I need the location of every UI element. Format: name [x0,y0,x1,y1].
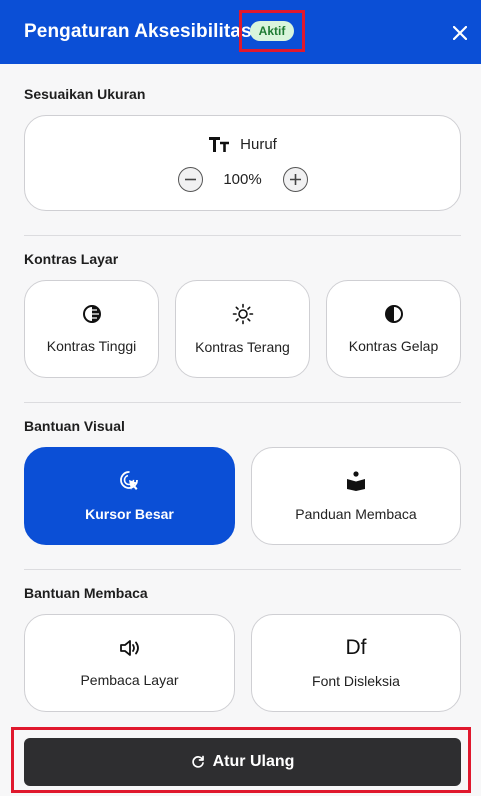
option-kursor-besar[interactable]: Kursor Besar [24,447,235,545]
option-font-disleksia[interactable]: Df Font Disleksia [251,614,461,712]
panel-title: Pengaturan Aksesibilitas [24,21,252,42]
font-size-label: Huruf [240,136,277,153]
text-size-icon [209,136,230,152]
reset-button[interactable]: Atur Ulang [24,738,461,786]
option-label: Font Disleksia [312,673,400,689]
reading-section-title: Bantuan Membaca [24,585,148,601]
close-icon [453,26,467,40]
option-pembaca-layar[interactable]: Pembaca Layar [24,614,235,712]
option-kontras-terang[interactable]: Kontras Terang [175,280,310,378]
minus-circle-icon [184,178,196,181]
visual-section-title: Bantuan Visual [24,418,125,434]
option-kontras-gelap[interactable]: Kontras Gelap [326,280,461,378]
decrease-size-button[interactable] [177,167,203,192]
status-badge: Aktif [249,21,295,41]
option-label: Pembaca Layar [80,672,179,688]
option-label: Kontras Terang [195,339,290,355]
option-kontras-tinggi[interactable]: Kontras Tinggi [24,280,159,378]
option-label: Kontras Tinggi [46,338,137,354]
divider [24,402,461,403]
half-circle-icon [384,305,403,323]
dyslexia-font-icon: Df [345,636,367,659]
divider [24,235,461,236]
reading-guide-icon [347,471,365,491]
cursor-click-icon [119,471,138,490]
close-button[interactable] [449,22,471,44]
reset-icon [191,755,204,768]
increase-size-button[interactable] [282,167,308,192]
size-section-title: Sesuaikan Ukuran [24,86,146,102]
option-label: Panduan Membaca [295,506,417,522]
sun-icon [232,303,253,325]
status-badge-highlight: Aktif [239,10,305,52]
zoom-value: 100% [223,171,262,188]
reset-label: Atur Ulang [212,753,295,770]
contrast-section-title: Kontras Layar [24,251,119,267]
option-label: Kontras Gelap [348,338,439,354]
option-label: Kursor Besar [85,506,174,522]
font-size-card: Huruf 100% [24,115,461,211]
speaker-icon [119,640,139,656]
high-contrast-icon [82,305,101,323]
divider [24,569,461,570]
option-panduan-membaca[interactable]: Panduan Membaca [251,447,461,545]
plus-circle-icon [289,174,301,185]
